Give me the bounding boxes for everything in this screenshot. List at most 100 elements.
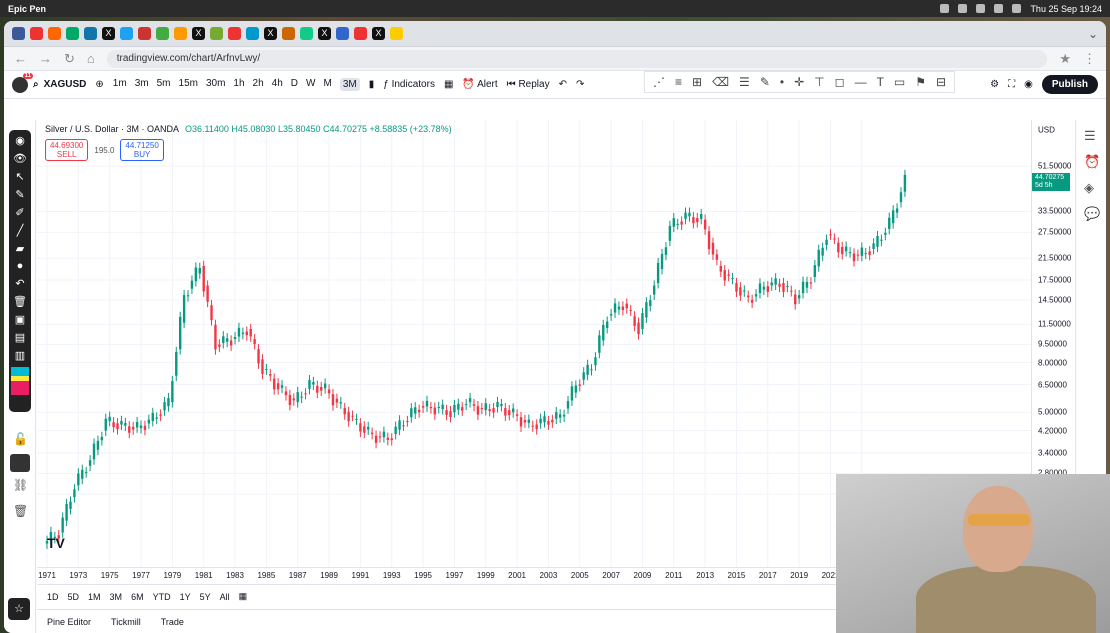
ray-icon[interactable]: — <box>855 75 867 89</box>
replay-button[interactable]: ⏮ Replay <box>507 79 550 90</box>
highlighter-icon[interactable]: ✐ <box>15 206 24 219</box>
range-button[interactable]: 1Y <box>180 592 191 602</box>
board-icon[interactable]: ▣ <box>15 313 25 326</box>
status-icon[interactable] <box>976 4 986 13</box>
watchlist-icon[interactable]: ☰ <box>1084 128 1096 144</box>
callout-icon[interactable]: ◻ <box>835 75 845 89</box>
star-icon[interactable]: ☆ <box>8 598 30 620</box>
timeframe-button[interactable]: 5m <box>157 78 171 91</box>
browser-tab-favicon[interactable] <box>300 27 313 40</box>
color-palette[interactable] <box>11 367 29 395</box>
browser-tab-favicon[interactable] <box>156 27 169 40</box>
trash-icon[interactable]: 🗑 <box>13 504 28 518</box>
range-button[interactable]: All <box>220 592 230 602</box>
timeframe-button[interactable]: 3m <box>135 78 149 91</box>
timeframe-button[interactable]: D <box>291 78 298 91</box>
layouts-icon[interactable]: ▦ <box>444 79 453 90</box>
chat-icon[interactable]: 💬 <box>1084 206 1100 222</box>
comment-icon[interactable]: ▭ <box>894 75 905 89</box>
parallel-channel-icon[interactable]: ≡ <box>675 75 682 89</box>
undo-icon[interactable]: ↶ <box>559 79 567 90</box>
buy-button[interactable]: 44.71250 BUY <box>120 139 164 161</box>
browser-tab-favicon[interactable]: X <box>192 27 205 40</box>
pen-icon[interactable]: ✎ <box>15 188 24 201</box>
browser-tab-favicon[interactable] <box>84 27 97 40</box>
measure-icon[interactable]: ⊤ <box>814 75 824 89</box>
bottom-tab[interactable]: Pine Editor <box>47 617 91 627</box>
clipboard-icon[interactable]: ▥ <box>15 349 25 362</box>
dot-icon[interactable]: ● <box>17 260 24 272</box>
calendar-icon[interactable]: ▦ <box>239 591 248 602</box>
browser-tab-favicon[interactable] <box>30 27 43 40</box>
bookmark-star-icon[interactable]: ★ <box>1059 51 1071 67</box>
lock-icon[interactable]: 🔓 <box>13 432 28 446</box>
eye-icon[interactable]: 👁 <box>13 152 27 165</box>
brush-icon[interactable]: ✎ <box>760 75 770 89</box>
compare-icon[interactable]: ⊕ <box>95 79 103 90</box>
home-icon[interactable]: ⌂ <box>87 51 95 66</box>
chart-type-icon[interactable]: ▮ <box>369 79 375 90</box>
browser-tab-favicon[interactable] <box>210 27 223 40</box>
bottom-tab[interactable]: Trade <box>161 617 184 627</box>
alerts-icon[interactable]: ⏰ <box>1084 154 1100 170</box>
eraser-icon[interactable]: ⌫ <box>712 75 729 89</box>
settings-icon[interactable]: ⚙ <box>990 79 999 90</box>
trash-icon[interactable]: 🗑 <box>13 295 27 308</box>
alert-button[interactable]: ⏰ Alert <box>462 79 497 90</box>
sell-button[interactable]: 44.69300 SELL <box>45 139 89 161</box>
epic-pen-logo-icon[interactable]: ◉ <box>15 134 25 147</box>
range-button[interactable]: 1M <box>88 592 101 602</box>
browser-tab-favicon[interactable]: X <box>372 27 385 40</box>
range-button[interactable]: YTD <box>153 592 171 602</box>
search-icon[interactable] <box>1012 4 1022 13</box>
timeframe-button[interactable]: 1h <box>233 78 244 91</box>
pitchfork-icon[interactable]: ☰ <box>739 75 750 89</box>
dot-icon[interactable]: • <box>780 75 784 89</box>
timeframe-button[interactable]: 2h <box>253 78 264 91</box>
timeframe-button[interactable]: M <box>323 78 331 91</box>
cursor-icon[interactable]: ↖ <box>15 170 24 183</box>
indicators-button[interactable]: ƒ Indicators <box>383 79 435 90</box>
browser-tab-favicon[interactable] <box>120 27 133 40</box>
timeframe-button[interactable]: W <box>306 78 315 91</box>
forward-icon[interactable]: → <box>39 51 52 66</box>
line-icon[interactable]: ╱ <box>17 224 24 237</box>
fullscreen-icon[interactable]: ⛶ <box>1008 79 1015 90</box>
currency-label[interactable]: USD <box>1038 126 1055 135</box>
browser-tab-favicon[interactable] <box>336 27 349 40</box>
menu-dots-icon[interactable]: ⋮ <box>1083 51 1096 67</box>
browser-tab-favicon[interactable] <box>282 27 295 40</box>
link-icon[interactable]: ⛓ <box>13 478 28 492</box>
browser-tab-favicon[interactable] <box>138 27 151 40</box>
avatar[interactable]: 11 <box>12 72 33 93</box>
back-icon[interactable]: ← <box>14 51 27 66</box>
wifi-icon[interactable] <box>994 4 1004 13</box>
fib-icon[interactable]: ⊞ <box>692 75 702 89</box>
status-icon[interactable] <box>940 4 950 13</box>
browser-tab-favicon[interactable] <box>246 27 259 40</box>
timeframe-button[interactable]: 4h <box>272 78 283 91</box>
legend-title[interactable]: Silver / U.S. Dollar · 3M · OANDA <box>45 124 179 134</box>
text-icon[interactable]: T <box>877 75 884 89</box>
browser-tab-favicon[interactable] <box>66 27 79 40</box>
layers-icon[interactable]: ◈ <box>1084 180 1094 196</box>
camera-icon[interactable]: ▤ <box>15 331 25 344</box>
price-label-icon[interactable]: ⊟ <box>936 75 946 89</box>
symbol-search[interactable]: 11 ⌕ XAGUSD <box>12 72 86 93</box>
trend-line-icon[interactable]: ⋰ <box>653 75 665 89</box>
crosshair-icon[interactable]: ✛ <box>794 75 804 89</box>
range-button[interactable]: 3M <box>110 592 123 602</box>
reload-icon[interactable]: ↻ <box>64 51 75 67</box>
tab-overflow-icon[interactable]: ⌄ <box>1088 27 1098 41</box>
undo-icon[interactable]: ↶ <box>15 277 24 290</box>
bottom-tab[interactable]: Tickmill <box>111 617 141 627</box>
marker-icon[interactable]: ▰ <box>16 242 24 255</box>
flag-icon[interactable]: ⚑ <box>915 75 926 89</box>
timeframe-button[interactable]: 3M <box>339 78 360 91</box>
browser-tab-favicon[interactable]: X <box>102 27 115 40</box>
browser-tab-favicon[interactable] <box>48 27 61 40</box>
range-button[interactable]: 5Y <box>200 592 211 602</box>
browser-tab-favicon[interactable] <box>12 27 25 40</box>
browser-tab-favicon[interactable] <box>354 27 367 40</box>
status-icon[interactable] <box>958 4 968 13</box>
